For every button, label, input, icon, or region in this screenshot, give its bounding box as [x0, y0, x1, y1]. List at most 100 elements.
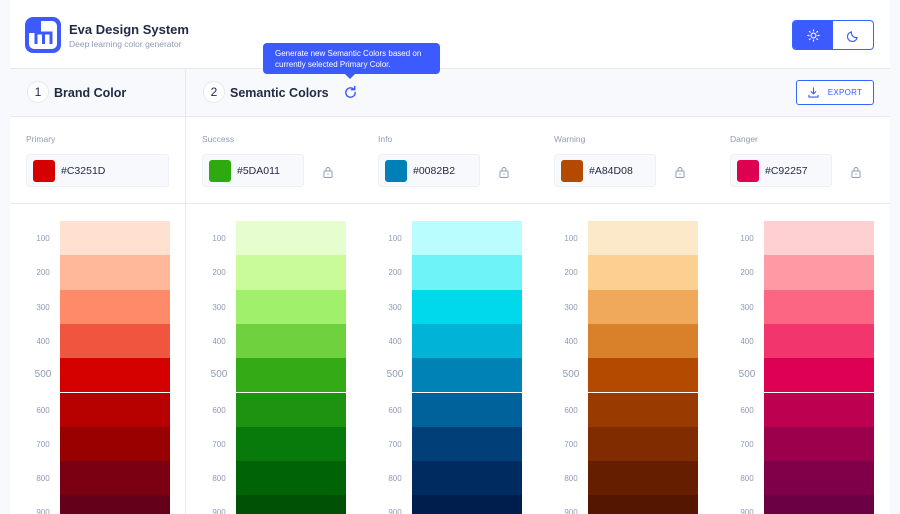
eva-logo-icon[interactable]	[25, 17, 61, 53]
lock-icon[interactable]	[323, 165, 333, 178]
color-shade-success-800[interactable]	[236, 461, 346, 496]
download-icon	[808, 87, 819, 98]
color-shade-info-400[interactable]	[412, 323, 522, 359]
hex-value-primary[interactable]: #C3251D	[61, 165, 105, 177]
color-shade-success-700[interactable]	[236, 426, 346, 462]
step-number-semantic: 2	[203, 81, 225, 103]
color-shade-info-700[interactable]	[412, 426, 522, 462]
color-shade-warning-400[interactable]	[588, 323, 698, 359]
shade-label-300: 300	[740, 302, 754, 312]
shade-label-700: 700	[740, 439, 754, 449]
color-shade-warning-700[interactable]	[588, 426, 698, 462]
color-shade-danger-100[interactable]	[764, 221, 874, 256]
tooltip-arrow	[345, 74, 355, 79]
regenerate-tooltip: Generate new Semantic Colors based on cu…	[263, 43, 440, 74]
color-shade-info-900[interactable]	[412, 495, 522, 514]
shade-label-500: 500	[34, 369, 52, 381]
color-shade-success-100[interactable]	[236, 221, 346, 256]
lock-icon[interactable]	[851, 165, 861, 178]
app-title: Eva Design System	[69, 22, 189, 37]
refresh-icon[interactable]	[343, 85, 358, 100]
shade-label-200: 200	[212, 268, 226, 278]
color-shade-warning-800[interactable]	[588, 461, 698, 496]
color-shade-warning-300[interactable]	[588, 289, 698, 324]
color-shade-primary-200[interactable]	[60, 255, 170, 290]
color-shade-warning-600[interactable]	[588, 392, 698, 427]
shade-label-400: 400	[212, 336, 226, 346]
lock-icon[interactable]	[675, 165, 685, 178]
color-shade-primary-500[interactable]	[60, 358, 170, 393]
hex-value-warning[interactable]: #A84D08	[589, 165, 633, 177]
color-swatch-success[interactable]	[209, 159, 231, 182]
color-shade-primary-300[interactable]	[60, 289, 170, 324]
moon-icon	[846, 30, 858, 42]
color-shade-danger-900[interactable]	[764, 495, 874, 514]
color-shade-primary-400[interactable]	[60, 323, 170, 359]
light-theme-button[interactable]	[793, 21, 833, 49]
hex-value-info[interactable]: #0082B2	[413, 165, 455, 177]
color-shade-success-200[interactable]	[236, 255, 346, 290]
color-shade-info-300[interactable]	[412, 289, 522, 324]
color-shade-danger-600[interactable]	[764, 392, 874, 427]
sun-icon	[806, 28, 820, 42]
step-title-brand: Brand Color	[54, 86, 127, 100]
step-title-semantic: Semantic Colors	[230, 86, 329, 100]
color-shade-danger-300[interactable]	[764, 289, 874, 324]
page-margin-right	[890, 0, 900, 514]
color-shade-info-100[interactable]	[412, 221, 522, 256]
color-input-danger[interactable]: #C92257	[730, 154, 832, 187]
color-shade-warning-900[interactable]	[588, 495, 698, 514]
color-shade-primary-900[interactable]	[60, 495, 170, 514]
shade-label-400: 400	[36, 336, 50, 346]
hex-value-success[interactable]: #5DA011	[237, 165, 280, 177]
hex-value-danger[interactable]: #C92257	[765, 165, 808, 177]
color-input-primary[interactable]: #C3251D	[26, 154, 169, 187]
color-shade-primary-100[interactable]	[60, 221, 170, 256]
color-shade-primary-800[interactable]	[60, 461, 170, 496]
shade-label-100: 100	[564, 234, 578, 243]
shade-label-400: 400	[564, 336, 578, 346]
shade-label-500: 500	[562, 369, 580, 381]
shade-label-700: 700	[212, 439, 226, 449]
shade-label-500: 500	[386, 369, 404, 381]
color-shade-success-300[interactable]	[236, 289, 346, 324]
shade-label-200: 200	[564, 268, 578, 278]
shade-label-800: 800	[36, 474, 50, 484]
shade-label-400: 400	[740, 336, 754, 346]
color-swatch-primary[interactable]	[33, 159, 55, 182]
color-input-warning[interactable]: #A84D08	[554, 154, 656, 187]
shade-label-600: 600	[388, 405, 402, 415]
lock-icon[interactable]	[499, 165, 509, 178]
color-swatch-info[interactable]	[385, 159, 407, 182]
shade-label-400: 400	[388, 336, 402, 346]
color-shade-success-600[interactable]	[236, 392, 346, 427]
color-shade-danger-500[interactable]	[764, 358, 874, 393]
shade-label-800: 800	[740, 474, 754, 484]
color-shade-primary-700[interactable]	[60, 426, 170, 462]
shade-label-100: 100	[212, 234, 226, 243]
color-swatch-warning[interactable]	[561, 159, 583, 182]
color-shade-primary-600[interactable]	[60, 392, 170, 427]
color-shade-info-200[interactable]	[412, 255, 522, 290]
color-shade-danger-400[interactable]	[764, 323, 874, 359]
color-shade-warning-500[interactable]	[588, 358, 698, 393]
color-shade-success-500[interactable]	[236, 358, 346, 393]
color-shade-info-800[interactable]	[412, 461, 522, 496]
color-shade-danger-700[interactable]	[764, 426, 874, 462]
color-shade-success-400[interactable]	[236, 323, 346, 359]
color-swatch-danger[interactable]	[737, 159, 759, 182]
dark-theme-button[interactable]	[833, 21, 873, 49]
color-shade-danger-200[interactable]	[764, 255, 874, 290]
color-shade-warning-100[interactable]	[588, 221, 698, 256]
shade-label-900: 900	[388, 508, 402, 514]
color-shade-warning-200[interactable]	[588, 255, 698, 290]
app-subtitle: Deep learning color generator	[69, 39, 182, 49]
color-input-info[interactable]: #0082B2	[378, 154, 480, 187]
theme-toggle	[792, 20, 874, 50]
color-shade-success-900[interactable]	[236, 495, 346, 514]
color-shade-info-600[interactable]	[412, 392, 522, 427]
export-button[interactable]: EXPORT	[796, 80, 874, 105]
color-shade-danger-800[interactable]	[764, 461, 874, 496]
color-shade-info-500[interactable]	[412, 358, 522, 393]
color-input-success[interactable]: #5DA011	[202, 154, 304, 187]
